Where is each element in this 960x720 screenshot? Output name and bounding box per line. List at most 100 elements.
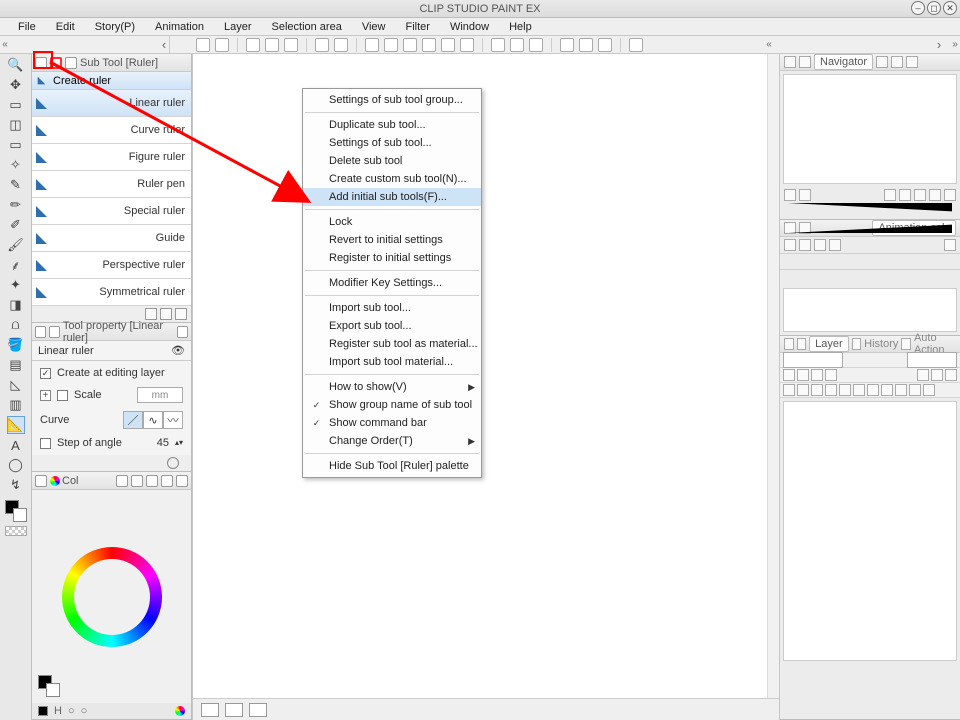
palette-menu-highlight-icon[interactable] [50, 57, 62, 69]
lt-icon[interactable] [895, 384, 907, 396]
tool-property-gear-icon[interactable] [167, 457, 179, 469]
menu-selection[interactable]: Selection area [262, 19, 352, 35]
collapse-right-l-icon[interactable] [764, 37, 774, 53]
curve-mode-segment[interactable]: ／ ∿ 〰 [123, 411, 183, 429]
menu-help[interactable]: Help [499, 19, 542, 35]
panel-next-icon[interactable] [934, 37, 944, 53]
tool-magnifier-icon[interactable]: 🔍 [7, 56, 25, 74]
100-icon[interactable] [899, 189, 911, 201]
subtool-delete-icon[interactable] [175, 308, 187, 320]
lt-icon[interactable] [783, 384, 795, 396]
color-tab6-icon[interactable] [176, 475, 188, 487]
color-tab-label[interactable]: Col [62, 475, 79, 487]
color-tab4-icon[interactable] [146, 475, 158, 487]
create-at-editing-checkbox[interactable]: ✓ [40, 368, 51, 379]
lt-icon[interactable] [931, 369, 943, 381]
color-swatches-small[interactable] [38, 675, 60, 697]
tool-marquee-icon[interactable]: ▭ [7, 136, 25, 154]
tb-save-icon[interactable] [284, 38, 298, 52]
scale-checkbox[interactable] [57, 390, 68, 401]
cp-icon[interactable] [38, 706, 48, 716]
ctx-item[interactable]: Add initial sub tools(F)... [303, 188, 481, 206]
subtool-item[interactable]: Ruler pen [32, 171, 191, 198]
subtool-item[interactable]: Guide [32, 225, 191, 252]
palette-menu-icon[interactable] [35, 326, 46, 338]
subtool-group-tab[interactable]: Create ruler [32, 72, 191, 90]
tb-ruler3-icon[interactable] [529, 38, 543, 52]
scale-unit-dropdown[interactable]: mm [137, 387, 183, 403]
ctx-item[interactable]: Revert to initial settings [303, 231, 481, 249]
menu-filter[interactable]: Filter [395, 19, 439, 35]
tl-icon[interactable] [784, 239, 796, 251]
tool-move-icon[interactable]: ✥ [7, 76, 25, 94]
subtool-item[interactable]: Figure ruler [32, 144, 191, 171]
maximize-button[interactable]: ◻ [927, 1, 941, 15]
subtool-copy-icon[interactable] [145, 308, 157, 320]
curve-spline-icon[interactable]: ∿ [143, 411, 163, 429]
layer-list[interactable] [783, 401, 957, 661]
tool-eraser-icon[interactable]: ◨ [7, 296, 25, 314]
eye-icon[interactable]: 👁 [171, 344, 185, 357]
lt-icon[interactable] [945, 369, 957, 381]
color-tab5-icon[interactable] [161, 475, 173, 487]
tb-close-doc-icon[interactable] [215, 38, 229, 52]
lt-icon[interactable] [881, 384, 893, 396]
zoom-out-icon[interactable] [784, 189, 796, 201]
subtool-item[interactable]: Special ruler [32, 198, 191, 225]
subtool-item[interactable]: Symmetrical ruler [32, 279, 191, 306]
tl-icon[interactable] [814, 239, 826, 251]
scrollbar-vertical[interactable] [767, 54, 779, 698]
tool-blend-icon[interactable]: ⩍ [7, 316, 25, 334]
palette-menu-icon[interactable] [35, 475, 47, 487]
tb-fill-icon[interactable] [403, 38, 417, 52]
subtool-item[interactable]: Linear ruler [32, 90, 191, 117]
palette-menu-icon[interactable] [784, 338, 794, 350]
tool-airbrush-icon[interactable]: ⸙ [7, 256, 25, 274]
layer-tab[interactable]: Layer [809, 336, 849, 352]
navigator-tab[interactable]: Navigator [814, 54, 873, 70]
tool-wand-icon[interactable]: ✧ [7, 156, 25, 174]
history-tab[interactable]: History [864, 338, 898, 350]
fit-icon[interactable] [884, 189, 896, 201]
navigator-preview[interactable] [783, 74, 957, 184]
curve-line-icon[interactable]: ／ [123, 411, 143, 429]
ctx-item[interactable]: Show command bar✓ [303, 414, 481, 432]
palette-menu-icon[interactable] [784, 56, 796, 68]
menu-animation[interactable]: Animation [145, 19, 214, 35]
sb-icon[interactable] [201, 703, 219, 717]
tb-snap3-icon[interactable] [598, 38, 612, 52]
sb-icon[interactable] [225, 703, 243, 717]
curve-bezier-icon[interactable]: 〰 [163, 411, 183, 429]
ctx-item[interactable]: Delete sub tool [303, 152, 481, 170]
tb-redo-icon[interactable] [334, 38, 348, 52]
tool-brush-icon[interactable]: 🖌 [7, 236, 25, 254]
close-button[interactable]: ✕ [943, 1, 957, 15]
lt-icon[interactable] [797, 384, 809, 396]
ctx-item[interactable]: Settings of sub tool... [303, 134, 481, 152]
step-checkbox[interactable] [40, 438, 51, 449]
menu-file[interactable]: File [8, 19, 46, 35]
ctx-item[interactable]: Import sub tool... [303, 299, 481, 317]
nav-tab2-icon[interactable] [876, 56, 888, 68]
ctx-item[interactable]: Lock [303, 213, 481, 231]
transparent-swatch[interactable] [5, 526, 27, 536]
rotate-r-icon[interactable] [929, 189, 941, 201]
lt-icon[interactable] [783, 369, 795, 381]
tb-tone-icon[interactable] [441, 38, 455, 52]
tb-ruler2-icon[interactable] [510, 38, 524, 52]
tool-pencil-icon[interactable]: ✐ [7, 216, 25, 234]
lt-icon[interactable] [867, 384, 879, 396]
ctx-item[interactable]: Show group name of sub tool✓ [303, 396, 481, 414]
blend-mode-dropdown[interactable] [783, 352, 843, 368]
animation-track[interactable] [783, 288, 957, 332]
tool-fill-icon[interactable]: 🪣 [7, 336, 25, 354]
menu-layer[interactable]: Layer [214, 19, 262, 35]
subtool-item[interactable]: Perspective ruler [32, 252, 191, 279]
ctx-item[interactable]: Export sub tool... [303, 317, 481, 335]
tool-gradient-icon[interactable]: ▤ [7, 356, 25, 374]
tool-layermove-icon[interactable]: ◫ [7, 116, 25, 134]
lt-icon[interactable] [811, 384, 823, 396]
canvas-area[interactable] [192, 54, 780, 720]
menu-window[interactable]: Window [440, 19, 499, 35]
tb-new-icon[interactable] [246, 38, 260, 52]
